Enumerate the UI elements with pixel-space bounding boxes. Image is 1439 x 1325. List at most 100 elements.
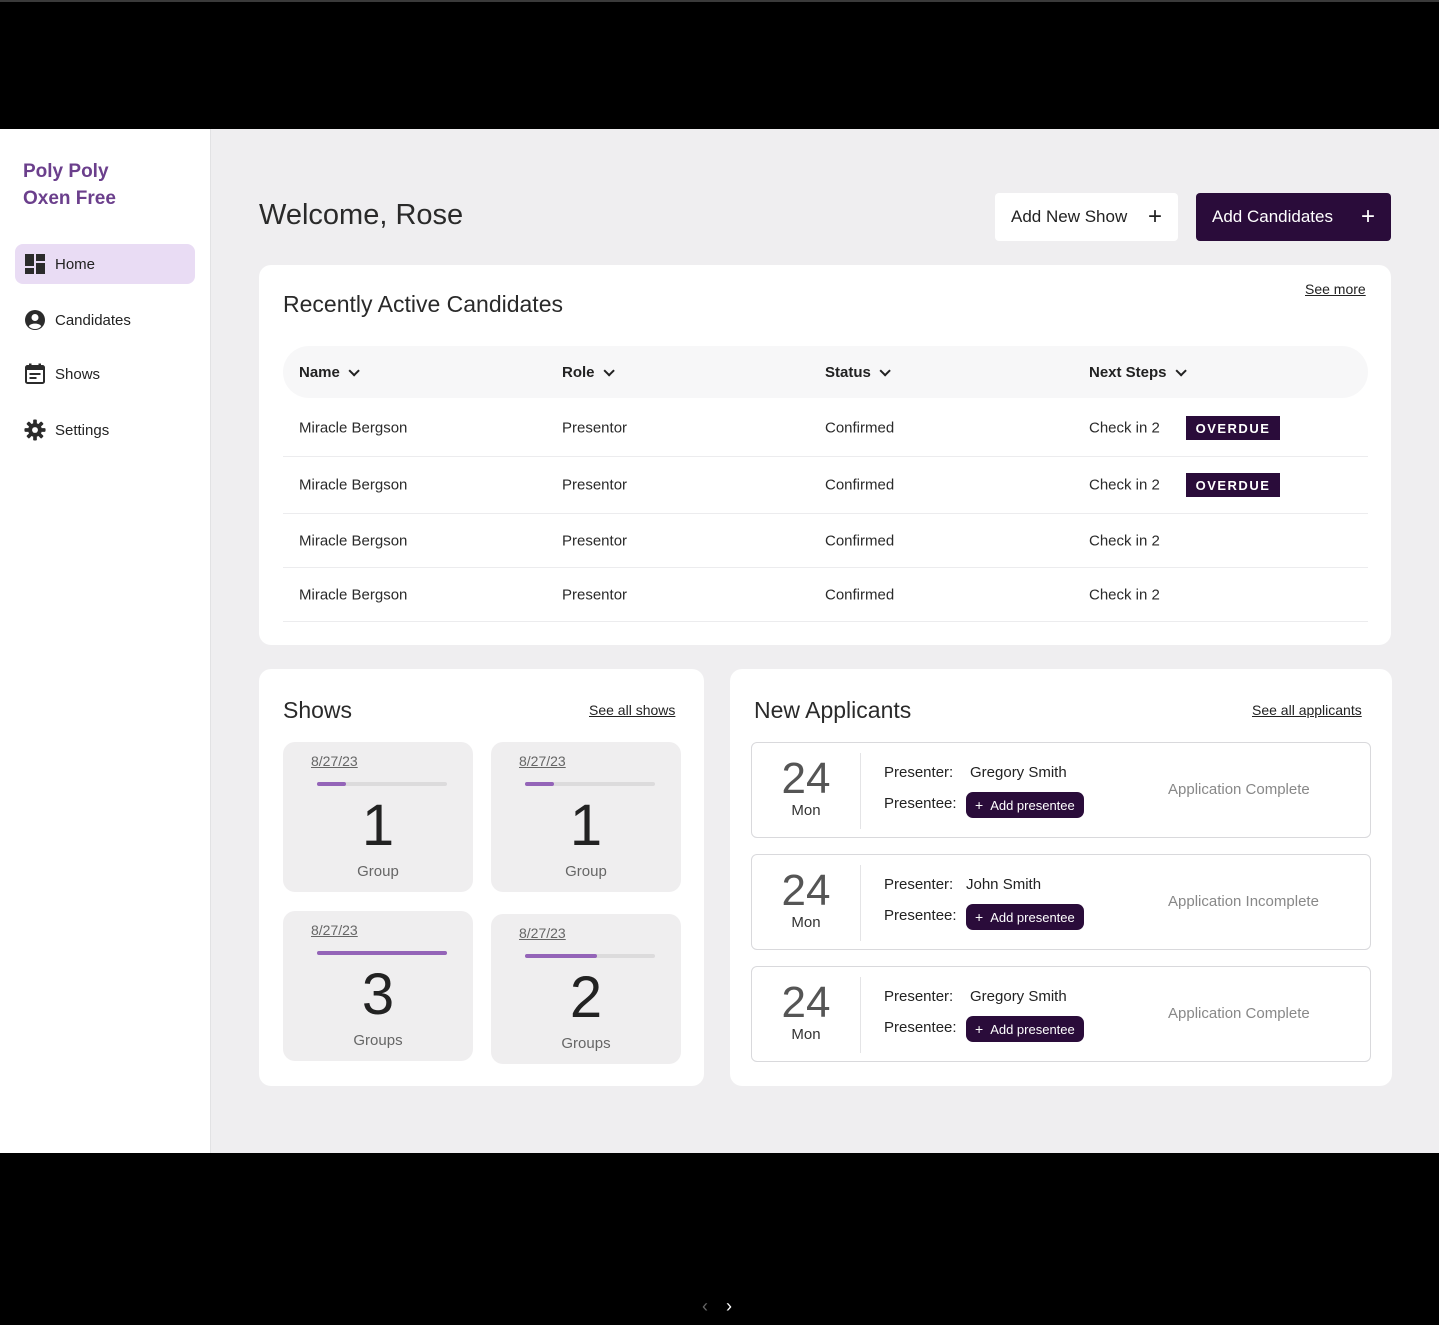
gear-icon: [24, 419, 46, 441]
cell-role: Presentor: [562, 419, 628, 437]
add-presentee-button[interactable]: + Add presentee: [966, 1016, 1084, 1042]
column-header-next-steps[interactable]: Next Steps: [1089, 364, 1187, 381]
progress-fill: [525, 782, 554, 786]
sidebar-item-candidates[interactable]: Candidates: [15, 300, 195, 340]
column-label: Status: [825, 364, 871, 381]
applicant-weekday: Mon: [791, 1026, 821, 1043]
applicant-weekday: Mon: [791, 914, 821, 931]
presentee-label: Presentee:: [884, 1019, 957, 1036]
cell-status: Confirmed: [825, 532, 895, 549]
presenter-label: Presenter:: [884, 764, 954, 781]
group-unit: Groups: [561, 1035, 611, 1052]
show-date: 8/27/23: [519, 925, 566, 941]
cell-name: Miracle Bergson: [299, 419, 408, 437]
show-tile[interactable]: 8/27/23 1 Group: [283, 742, 473, 892]
add-presentee-button[interactable]: + Add presentee: [966, 792, 1084, 818]
column-header-name[interactable]: Name: [299, 364, 360, 381]
show-date: 8/27/23: [519, 753, 566, 769]
cell-role: Presentor: [562, 532, 628, 549]
show-date: 8/27/23: [311, 922, 358, 938]
table-row[interactable]: Miracle Bergson Presentor Confirmed Chec…: [283, 400, 1368, 457]
group-count: 1: [361, 793, 395, 858]
card-title: Recently Active Candidates: [283, 291, 563, 317]
overdue-badge: OVERDUE: [1186, 416, 1280, 440]
sidebar-item-label: Shows: [55, 365, 101, 383]
applicant-day: 24: [781, 866, 831, 915]
application-status: Application Complete: [1168, 781, 1310, 798]
button-label: Add New Show: [1011, 207, 1128, 226]
show-progress-bar: [525, 782, 655, 786]
application-status: Application Incomplete: [1168, 893, 1319, 910]
sidebar-item-label: Home: [55, 255, 96, 273]
applicant-row[interactable]: 24 Mon Presenter: John Smith Presentee: …: [751, 854, 1371, 950]
applicant-day: 24: [781, 754, 831, 803]
prev-page-arrow[interactable]: ‹: [702, 1296, 708, 1317]
presenter-name: John Smith: [966, 876, 1042, 893]
chevron-down-icon: [348, 364, 360, 377]
progress-fill: [317, 782, 346, 786]
applicant-day: 24: [781, 978, 831, 1027]
cell-name: Miracle Bergson: [299, 532, 408, 549]
card-title: New Applicants: [754, 697, 912, 723]
card-title: Shows: [283, 697, 353, 723]
new-applicants-card: New Applicants See all applicants 24 Mon…: [730, 669, 1392, 1086]
presenter-label: Presenter:: [884, 876, 954, 893]
group-unit: Groups: [353, 1032, 403, 1049]
column-label: Role: [562, 364, 595, 381]
plus-icon: +: [1147, 203, 1162, 230]
see-all-applicants-link[interactable]: See all applicants: [1252, 702, 1362, 718]
add-candidates-button[interactable]: Add Candidates +: [1196, 193, 1391, 241]
progress-fill: [525, 954, 597, 958]
table-row[interactable]: Miracle Bergson Presentor Confirmed Chec…: [283, 457, 1368, 514]
column-header-role[interactable]: Role: [562, 364, 615, 381]
group-unit: Group: [357, 863, 399, 880]
presenter-name: Gregory Smith: [970, 988, 1067, 1005]
cell-next-steps: Check in 2: [1089, 532, 1160, 549]
table-header: Name Role Status Next Steps: [283, 346, 1368, 398]
divider: [860, 865, 861, 941]
sidebar-item-shows[interactable]: Shows: [15, 354, 195, 394]
group-count: 1: [569, 793, 603, 858]
show-tile[interactable]: 8/27/23 3 Groups: [283, 911, 473, 1061]
cell-status: Confirmed: [825, 586, 895, 603]
cell-next-steps: Check in 2: [1089, 476, 1160, 494]
plus-icon: +: [975, 1021, 984, 1037]
see-more-link[interactable]: See more: [1305, 281, 1366, 297]
applicant-row[interactable]: 24 Mon Presenter: Gregory Smith Presente…: [751, 742, 1371, 838]
cell-role: Presentor: [562, 476, 628, 494]
column-header-status[interactable]: Status: [825, 364, 891, 381]
cell-next-steps: Check in 2: [1089, 586, 1160, 603]
add-presentee-button[interactable]: + Add presentee: [966, 904, 1084, 930]
see-all-shows-link[interactable]: See all shows: [589, 702, 675, 718]
cell-status: Confirmed: [825, 476, 895, 494]
show-date: 8/27/23: [311, 753, 358, 769]
chevron-down-icon: [1174, 364, 1187, 377]
recent-candidates-card: Recently Active Candidates See more Name…: [259, 265, 1391, 645]
cell-status: Confirmed: [825, 419, 895, 437]
applicant-row[interactable]: 24 Mon Presenter: Gregory Smith Presente…: [751, 966, 1371, 1062]
group-unit: Group: [565, 863, 607, 880]
show-tile[interactable]: 8/27/23 2 Groups: [491, 914, 681, 1064]
page-title: Welcome, Rose: [259, 199, 464, 231]
cell-name: Miracle Bergson: [299, 586, 408, 603]
group-count: 3: [361, 962, 395, 1027]
show-progress-bar: [525, 954, 655, 958]
sidebar-item-label: Candidates: [55, 311, 131, 329]
group-count: 2: [569, 965, 603, 1030]
chevron-down-icon: [879, 364, 891, 377]
column-label: Next Steps: [1089, 364, 1167, 381]
show-tile[interactable]: 8/27/23 1 Group: [491, 742, 681, 892]
plus-icon: +: [975, 797, 984, 813]
cell-role: Presentor: [562, 586, 628, 603]
table-row[interactable]: Miracle Bergson Presentor Confirmed Chec…: [283, 568, 1368, 622]
shows-card: Shows See all shows 8/27/23 1 Group 8/27…: [259, 669, 704, 1086]
add-new-show-button[interactable]: Add New Show +: [995, 193, 1178, 241]
sidebar-item-settings[interactable]: Settings: [15, 410, 195, 450]
presenter-name: Gregory Smith: [970, 764, 1067, 781]
next-page-arrow[interactable]: ›: [726, 1296, 732, 1317]
show-progress-bar: [317, 951, 447, 955]
table-row[interactable]: Miracle Bergson Presentor Confirmed Chec…: [283, 514, 1368, 568]
sidebar-item-home[interactable]: Home: [15, 244, 195, 284]
progress-fill: [317, 951, 447, 955]
button-label: Add presentee: [990, 1021, 1075, 1037]
